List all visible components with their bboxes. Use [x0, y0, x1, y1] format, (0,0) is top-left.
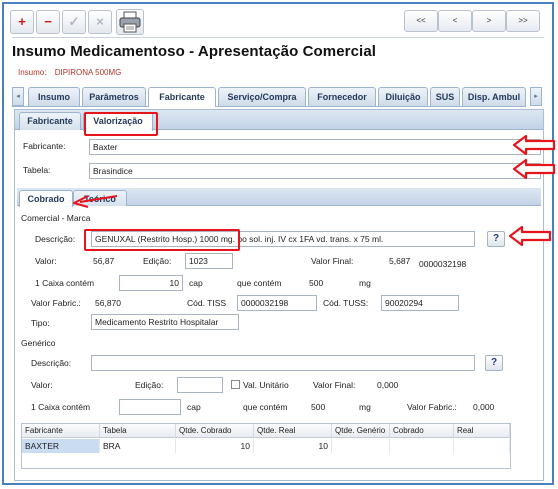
arrow-left-icon	[508, 225, 552, 247]
arrow-left-icon	[512, 158, 556, 180]
arrow-left-icon	[512, 134, 556, 156]
annotation-arrows	[73, 134, 556, 247]
app-window: + − ✓ × << < > >> Insumo Medicamentoso -…	[2, 2, 556, 485]
